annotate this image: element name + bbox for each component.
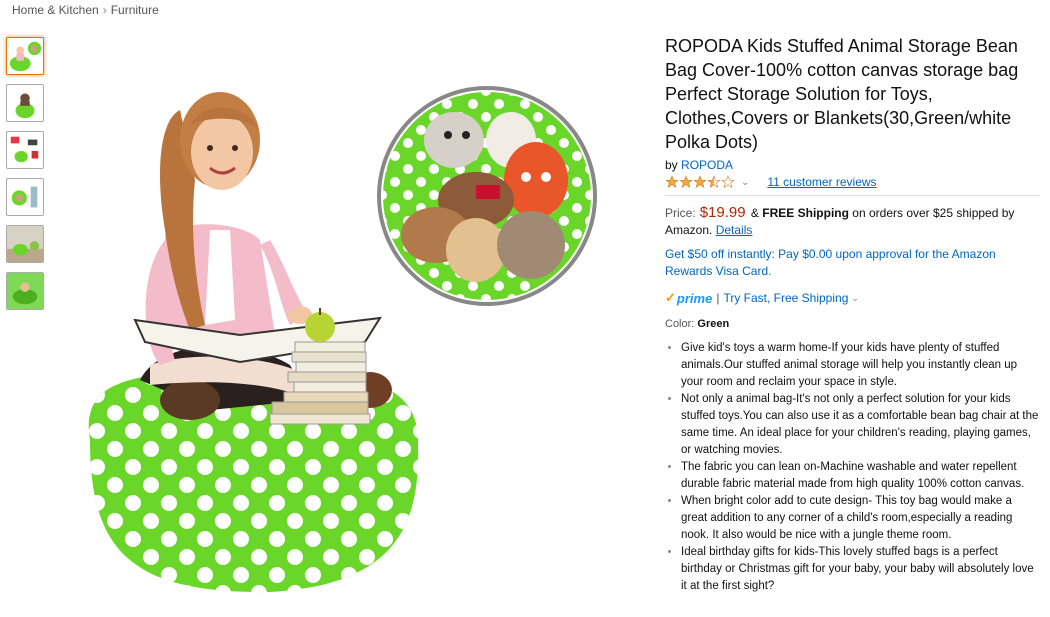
- thumbnail-5[interactable]: [6, 225, 44, 263]
- prime-trial-link[interactable]: Try Fast, Free Shipping: [723, 291, 848, 305]
- star-half-icon: [707, 175, 721, 188]
- stuffed-toys-illustration: [377, 86, 597, 306]
- breadcrumb-separator: ›: [102, 3, 107, 17]
- product-title: ROPODA Kids Stuffed Animal Storage Bean …: [665, 36, 1019, 152]
- feature-bullets: Give kid's toys a warm home-If your kids…: [665, 340, 1040, 595]
- inset-stuffed-toys-image: [376, 85, 598, 307]
- feature-bullet: When bright color add to cute design- Th…: [681, 493, 1040, 544]
- thumbnail-2[interactable]: [6, 84, 44, 122]
- star-empty-icon: [721, 175, 735, 188]
- star-full-icon: [679, 175, 693, 188]
- breadcrumb-home-kitchen[interactable]: Home & Kitchen: [12, 3, 99, 17]
- star-full-icon: [665, 175, 679, 188]
- shipping-ampersand: &: [750, 206, 759, 220]
- color-value: Green: [697, 318, 730, 330]
- feature-bullet: Not only a animal bag-It's not only a pe…: [681, 391, 1040, 459]
- feature-bullet: The fabric you can lean on-Machine washa…: [681, 459, 1040, 493]
- visa-promo-link[interactable]: Get $50 off instantly: Pay $0.00 upon ap…: [665, 246, 1040, 280]
- star-rating[interactable]: [665, 175, 735, 189]
- breadcrumb: Home & Kitchen › Furniture: [12, 3, 159, 17]
- prime-label: prime: [676, 290, 713, 306]
- price-label: Price:: [665, 206, 696, 220]
- divider: [665, 195, 1040, 196]
- byline: by ROPODA: [665, 158, 1040, 172]
- product-details: ROPODA Kids Stuffed Animal Storage Bean …: [665, 34, 1040, 595]
- color-selector: Color: Green: [665, 318, 1040, 330]
- rating-row: ⌄ 11 customer reviews: [665, 174, 1040, 190]
- feature-bullet: Ideal birthday gifts for kids-This lovel…: [681, 544, 1040, 595]
- thumbnail-1[interactable]: [6, 37, 44, 75]
- star-full-icon: [693, 175, 707, 188]
- color-label: Color:: [665, 318, 695, 330]
- free-shipping-label: FREE Shipping: [762, 206, 849, 220]
- separator: |: [716, 291, 720, 305]
- customer-reviews-link[interactable]: 11 customer reviews: [767, 175, 876, 189]
- thumbnail-3[interactable]: [6, 131, 44, 169]
- thumbnail-4[interactable]: [6, 178, 44, 216]
- shipping-details-link[interactable]: Details: [716, 223, 753, 237]
- thumbnail-6[interactable]: [6, 272, 44, 310]
- prime-check-icon: ✓: [665, 290, 676, 305]
- prime-logo: ✓ prime: [665, 290, 712, 306]
- chevron-down-icon[interactable]: ⌄: [741, 177, 749, 188]
- breadcrumb-furniture[interactable]: Furniture: [111, 3, 159, 17]
- brand-link[interactable]: ROPODA: [681, 158, 733, 172]
- price-value: $19.99: [699, 204, 746, 221]
- prime-row: ✓ prime | Try Fast, Free Shipping ⌄: [665, 290, 1040, 306]
- feature-bullet: Give kid's toys a warm home-If your kids…: [681, 340, 1040, 391]
- price-block: Price: $19.99 & FREE Shipping on orders o…: [665, 204, 1040, 239]
- thumbnail-strip: [6, 37, 44, 319]
- by-label: by: [665, 158, 678, 172]
- chevron-down-icon[interactable]: ⌄: [851, 293, 859, 304]
